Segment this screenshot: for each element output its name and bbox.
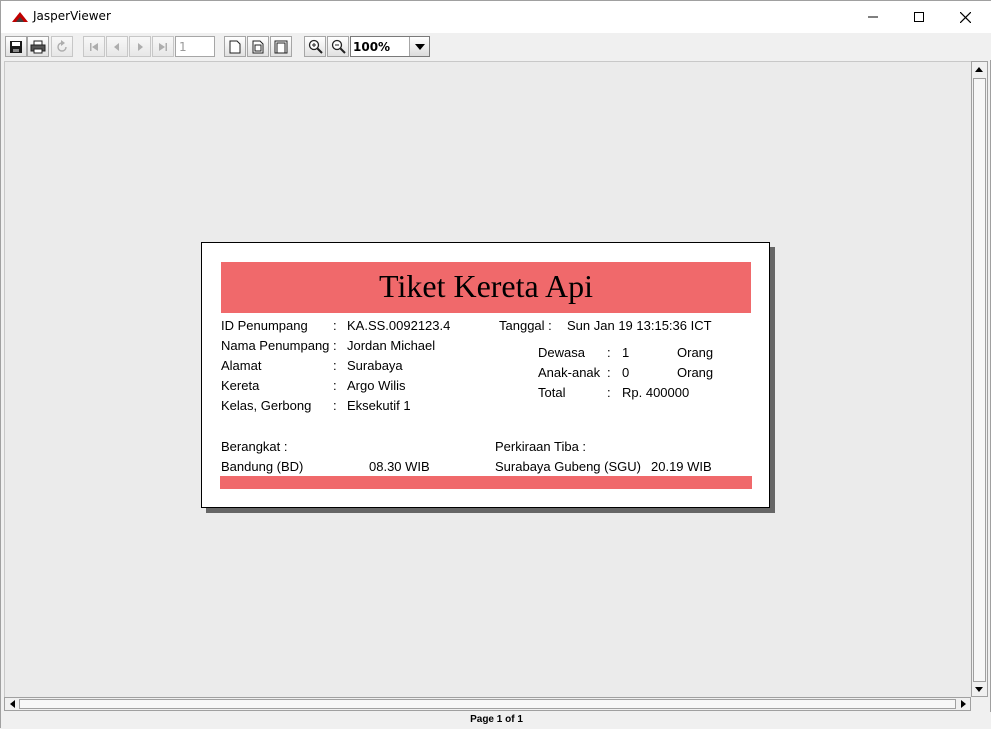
label-total: Total	[538, 385, 566, 400]
first-page-button[interactable]	[83, 36, 105, 57]
arrow-down-icon	[975, 686, 983, 692]
next-page-button[interactable]	[129, 36, 151, 57]
value-passenger-name: Jordan Michael	[347, 338, 436, 353]
value-child: 0	[622, 365, 630, 380]
scroll-left-button[interactable]	[5, 697, 19, 711]
colon-separator: :	[333, 318, 337, 333]
maximize-button[interactable]	[896, 1, 942, 33]
jasper-logo-icon	[12, 12, 28, 22]
value-class-car: Eksekutif 1	[347, 398, 411, 413]
value-train: Argo Wilis	[347, 378, 406, 393]
zoom-out-icon	[331, 39, 346, 54]
report-page: Tiket Kereta Api ID Penumpang : KA.SS.00…	[201, 242, 770, 508]
value-address: Surabaya	[347, 358, 403, 373]
fit-width-icon	[274, 40, 288, 53]
value-departure-station: Bandung (BD)	[221, 459, 304, 474]
label-date: Tanggal :	[499, 318, 552, 333]
zoom-dropdown-button[interactable]	[409, 37, 429, 56]
page-number-input[interactable]: 1	[175, 36, 215, 57]
label-train: Kereta	[221, 378, 260, 393]
page-status-text: Page 1 of 1	[470, 714, 523, 725]
value-arrival-station: Surabaya Gubeng (SGU)	[495, 459, 641, 474]
value-date: Sun Jan 19 13:15:36 ICT	[567, 318, 712, 333]
colon-separator: :	[333, 378, 337, 393]
label-child: Anak-anak	[538, 365, 601, 380]
fit-page-button[interactable]	[247, 36, 269, 57]
print-icon	[30, 40, 46, 53]
colon-separator: :	[607, 365, 611, 380]
actual-size-icon	[229, 40, 241, 53]
vertical-scroll-thumb[interactable]	[973, 78, 986, 682]
maximize-icon	[914, 12, 924, 22]
label-passenger-id: ID Penumpang	[221, 318, 308, 333]
fit-page-icon	[252, 40, 264, 53]
colon-separator: :	[607, 385, 611, 400]
jasper-viewer-window: JasperViewer 1 100% Tiket Kereta Api ID …	[0, 0, 991, 729]
value-passenger-id: KA.SS.0092123.4	[347, 318, 451, 333]
vertical-scrollbar[interactable]	[971, 61, 988, 697]
print-button[interactable]	[27, 36, 49, 57]
last-page-icon	[159, 42, 167, 51]
arrow-up-icon	[975, 66, 983, 72]
value-total: Rp. 400000	[622, 385, 690, 400]
toolbar: 1 100%	[1, 33, 991, 60]
zoom-out-button[interactable]	[327, 36, 349, 57]
close-icon	[959, 11, 971, 23]
scroll-up-button[interactable]	[972, 62, 986, 76]
arrow-right-icon	[960, 700, 966, 708]
value-departure-time: 08.30 WIB	[369, 459, 430, 474]
colon-separator: :	[607, 345, 611, 360]
ticket-title: Tiket Kereta Api	[379, 268, 593, 304]
horizontal-scrollbar[interactable]	[4, 697, 971, 711]
label-adult: Dewasa	[538, 345, 585, 360]
first-page-icon	[90, 42, 98, 51]
value-arrival-time: 20.19 WIB	[651, 459, 712, 474]
label-class-car: Kelas, Gerbong	[221, 398, 312, 413]
window-title: JasperViewer	[33, 9, 111, 23]
unit-adult: Orang	[677, 345, 714, 360]
previous-page-icon	[114, 42, 119, 51]
label-passenger-name: Nama Penumpang	[221, 338, 330, 353]
unit-child: Orang	[677, 365, 714, 380]
save-icon	[10, 40, 22, 53]
label-arrival: Perkiraan Tiba :	[495, 439, 587, 454]
ticket-footer-band	[220, 476, 752, 489]
colon-separator: :	[333, 398, 337, 413]
previous-page-button[interactable]	[106, 36, 128, 57]
status-bar: Page 1 of 1	[1, 712, 991, 729]
reload-button[interactable]	[51, 36, 73, 57]
actual-size-button[interactable]	[224, 36, 246, 57]
chevron-down-icon	[414, 43, 425, 50]
colon-separator: :	[333, 358, 337, 373]
colon-separator: :	[333, 338, 337, 353]
close-button[interactable]	[942, 1, 988, 33]
ticket-header-band: Tiket Kereta Api	[221, 262, 751, 313]
horizontal-scroll-thumb[interactable]	[19, 699, 956, 709]
zoom-in-icon	[308, 39, 323, 54]
last-page-button[interactable]	[152, 36, 174, 57]
next-page-icon	[138, 42, 143, 51]
scroll-right-button[interactable]	[956, 697, 970, 711]
minimize-button[interactable]	[850, 1, 896, 33]
reload-icon	[57, 39, 67, 52]
zoom-select[interactable]: 100%	[350, 36, 430, 57]
zoom-value: 100%	[353, 40, 391, 54]
label-departure: Berangkat :	[221, 439, 288, 454]
title-bar: JasperViewer	[1, 1, 991, 33]
scroll-down-button[interactable]	[972, 682, 986, 696]
zoom-in-button[interactable]	[304, 36, 326, 57]
minimize-icon	[868, 16, 878, 18]
save-button[interactable]	[5, 36, 27, 57]
value-adult: 1	[622, 345, 630, 360]
fit-width-button[interactable]	[270, 36, 292, 57]
arrow-left-icon	[9, 700, 15, 708]
label-address: Alamat	[221, 358, 262, 373]
